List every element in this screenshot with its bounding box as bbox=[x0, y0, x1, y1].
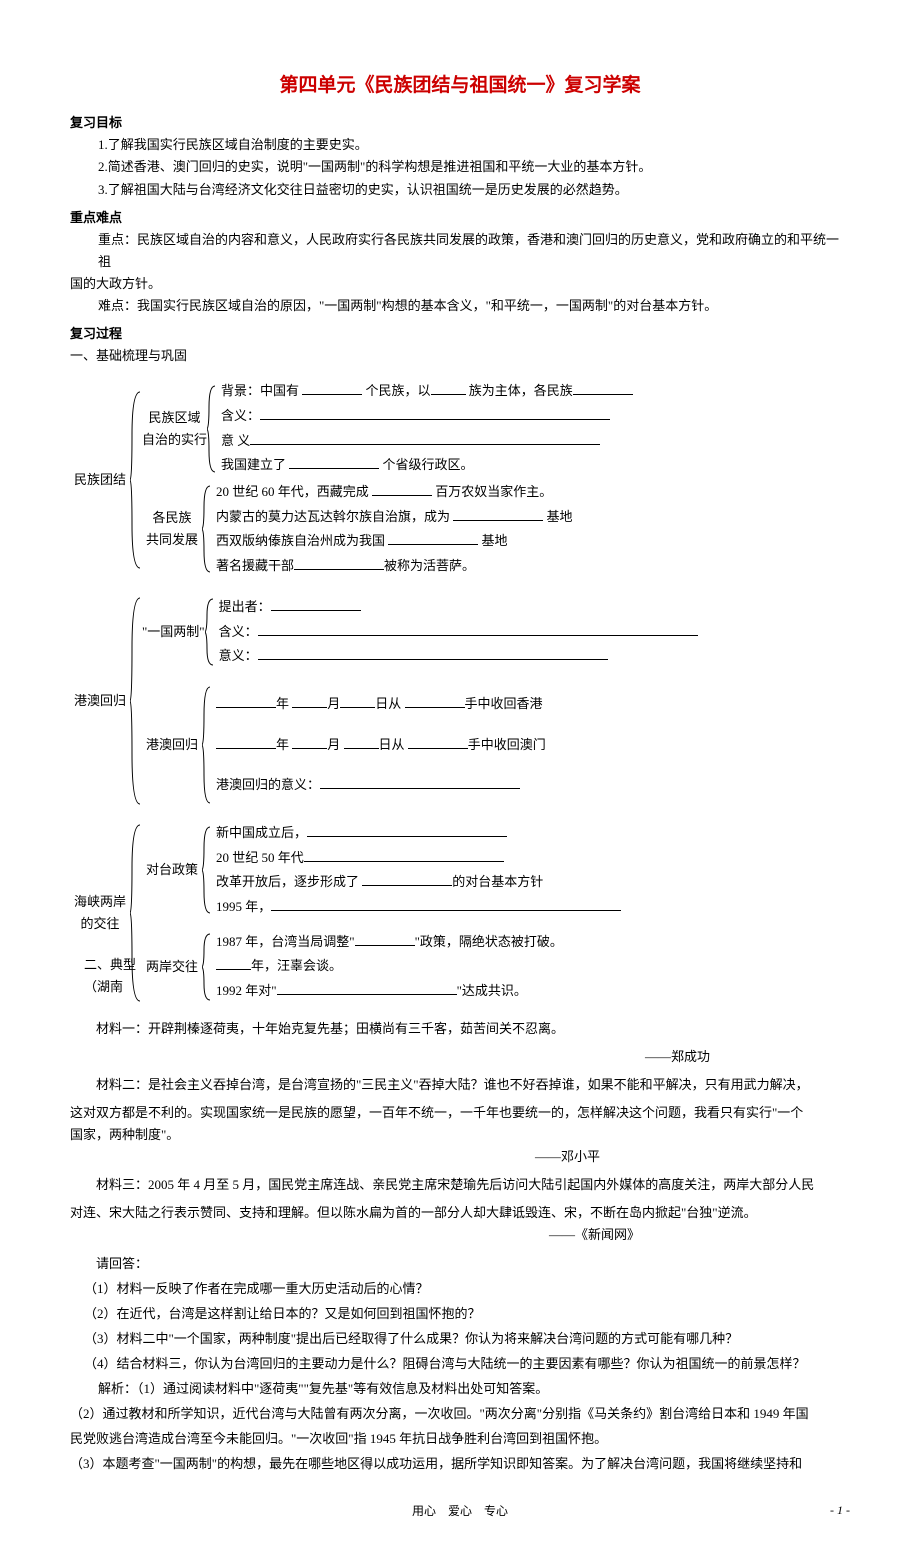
fill-line: 1987 年，台湾当局调整""政策，隔绝状态被打破。 bbox=[216, 930, 563, 955]
tree-sublabel: "一国两制" bbox=[142, 621, 205, 643]
fill-line: 港澳回归的意义： bbox=[216, 773, 546, 798]
difficulty-text: 难点：我国实行民族区域自治的原因，"一国两制"构想的基本含义，"和平统一，一国两… bbox=[70, 295, 850, 317]
tree-label: 民族团结 bbox=[70, 469, 130, 491]
question-head: 请回答： bbox=[70, 1253, 850, 1275]
difficulty-text: 国的大政方针。 bbox=[70, 273, 850, 295]
fill-line: 含义： bbox=[221, 404, 633, 429]
fill-line: 背景：中国有 个民族，以 族为主体，各民族 bbox=[221, 379, 633, 404]
tree-sublabel: 二、典型（湖南 两岸交往 bbox=[142, 956, 202, 978]
fill-line: 20 世纪 60 年代，西藏完成 百万农奴当家作主。 bbox=[216, 480, 573, 505]
fill-line: 1995 年， bbox=[216, 895, 621, 920]
fill-line: 年 月 日从 手中收回澳门 bbox=[216, 733, 546, 758]
tree-label: 海峡两岸 的交往 bbox=[70, 891, 130, 935]
difficulty-text: 重点：民族区域自治的内容和意义，人民政府实行各民族共同发展的政策，香港和澳门回归… bbox=[70, 229, 850, 273]
tree-sublabel: 对台政策 bbox=[142, 859, 202, 881]
goal-item: 3.了解祖国大陆与台湾经济文化交往日益密切的史实，认识祖国统一是历史发展的必然趋… bbox=[70, 179, 850, 201]
fill-line: 新中国成立后， bbox=[216, 821, 621, 846]
outline-tree: 民族团结 民族区域 自治的实行 背景：中国有 个民族，以 族为主体，各民族 含义… bbox=[70, 379, 850, 1005]
material-3: 对连、宋大陆之行表示赞同、支持和理解。但以陈水扁为首的一部分人却大肆诋毁连、宋，… bbox=[70, 1202, 850, 1224]
fill-line: 含义： bbox=[219, 620, 698, 645]
material-source: ——《新闻网》 bbox=[70, 1224, 850, 1246]
material-source: ——郑成功 bbox=[70, 1046, 850, 1068]
material-source: ——邓小平 bbox=[70, 1146, 850, 1168]
bracket-icon bbox=[130, 596, 142, 806]
process-heading: 复习过程 bbox=[70, 323, 850, 345]
analysis-item: 解析：（1）通过阅读材料中"逐荷夷""复先基"等有效信息及材料出处可知答案。 bbox=[70, 1378, 850, 1400]
page-number: - 1 - bbox=[830, 1500, 850, 1520]
fill-line: 意义： bbox=[219, 644, 698, 669]
bracket-icon bbox=[202, 932, 212, 1002]
document-title: 第四单元《民族团结与祖国统一》复习学案 bbox=[70, 70, 850, 102]
goal-item: 2.简述香港、澳门回归的史实，说明"一国两制"的科学构想是推进祖国和平统一大业的… bbox=[70, 156, 850, 178]
fill-line: 改革开放后，逐步形成了 的对台基本方针 bbox=[216, 870, 621, 895]
bracket-icon bbox=[205, 597, 215, 667]
bracket-icon bbox=[202, 825, 212, 915]
difficulty-heading: 重点难点 bbox=[70, 207, 850, 229]
fill-line: 年，汪辜会谈。 bbox=[216, 954, 563, 979]
material-2: 材料二：是社会主义吞掉台湾，是台湾宣扬的"三民主义"吞掉大陆？谁也不好吞掉谁，如… bbox=[70, 1074, 850, 1096]
question-item: （4）结合材料三，你认为台湾回归的主要动力是什么？阻碍台湾与大陆统一的主要因素有… bbox=[70, 1353, 850, 1375]
bracket-icon bbox=[202, 484, 212, 574]
analysis-item: 民党败逃台湾造成台湾至今未能回归。"一次收回"指 1945 年抗日战争胜利台湾回… bbox=[70, 1428, 850, 1450]
fill-line: 1992 年对""达成共识。 bbox=[216, 979, 563, 1004]
question-item: （3）材料二中"一个国家，两种制度"提出后已经取得了什么成果？你认为将来解决台湾… bbox=[70, 1328, 850, 1350]
page-footer: 用心 爱心 专心 - 1 - bbox=[70, 1500, 850, 1522]
material-1: 材料一：开辟荆榛逐荷夷，十年始克复先基；田横尚有三千客，茹苦间关不忍离。 bbox=[70, 1018, 850, 1040]
fill-line: 20 世纪 50 年代 bbox=[216, 846, 621, 871]
fill-line: 西双版纳傣族自治州成为我国 基地 bbox=[216, 529, 573, 554]
question-item: （1）材料一反映了作者在完成哪一重大历史活动后的心情？ bbox=[70, 1278, 850, 1300]
footer-motto: 用心 爱心 专心 bbox=[412, 1504, 508, 1518]
tree-label: 港澳回归 bbox=[70, 690, 130, 712]
tree-sublabel: 民族区域 自治的实行 bbox=[142, 407, 207, 451]
bracket-icon bbox=[207, 384, 217, 474]
tree-sublabel: 各民族 共同发展 bbox=[142, 507, 202, 551]
material-2: 这对双方都是不利的。实现国家统一是民族的愿望，一百年不统一，一千年也要统一的，怎… bbox=[70, 1102, 850, 1124]
fill-line: 著名援藏干部被称为活菩萨。 bbox=[216, 554, 573, 579]
analysis-item: （3）本题考查"一国两制"的构想，最先在哪些地区得以成功运用，据所学知识即知答案… bbox=[70, 1453, 850, 1475]
process-sub1: 一、基础梳理与巩固 bbox=[70, 345, 850, 367]
goals-heading: 复习目标 bbox=[70, 112, 850, 134]
bracket-icon bbox=[202, 685, 212, 805]
fill-line: 内蒙古的莫力达瓦达斡尔族自治旗，成为 基地 bbox=[216, 505, 573, 530]
tree-sublabel: 港澳回归 bbox=[142, 734, 202, 756]
goal-item: 1.了解我国实行民族区域自治制度的主要史实。 bbox=[70, 134, 850, 156]
fill-line: 我国建立了 个省级行政区。 bbox=[221, 453, 633, 478]
fill-line: 意 义 bbox=[221, 429, 633, 454]
question-item: （2）在近代，台湾是这样割让给日本的？又是如何回到祖国怀抱的？ bbox=[70, 1303, 850, 1325]
fill-line: 提出者： bbox=[219, 595, 698, 620]
material-2: 国家，两种制度"。 bbox=[70, 1124, 850, 1146]
material-3: 材料三：2005 年 4 月至 5 月，国民党主席连战、亲民党主席宋楚瑜先后访问… bbox=[70, 1174, 850, 1196]
bracket-icon bbox=[130, 390, 142, 570]
analysis-item: （2）通过教材和所学知识，近代台湾与大陆曾有两次分离，一次收回。"两次分离"分别… bbox=[70, 1403, 850, 1425]
fill-line: 年 月日从 手中收回香港 bbox=[216, 692, 546, 717]
